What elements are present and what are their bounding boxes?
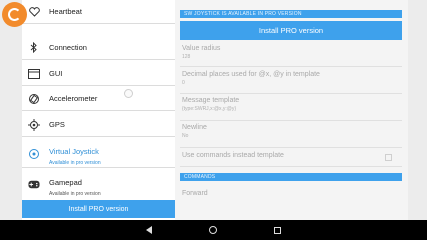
recents-icon — [273, 226, 281, 234]
setting-decimal-places[interactable]: Decimal places used for @x, @y in templa… — [180, 71, 402, 94]
install-pro-button[interactable]: Install PRO version — [180, 21, 402, 40]
setting-value: {type:SWRJ,x:@x,y:@y} — [182, 106, 237, 112]
setting-title: Newline — [182, 124, 207, 131]
back-icon — [146, 226, 152, 234]
sidebar-item-heartbeat[interactable]: Heartbeat — [22, 0, 175, 24]
sidebar-item-gps[interactable]: GPS — [22, 113, 175, 137]
commands-header: COMMANDS — [180, 173, 402, 181]
sidebar: Heartbeat Connection GUI Accelerometer G… — [22, 0, 175, 220]
sidebar-item-label: GPS — [49, 120, 65, 129]
setting-value: 128 — [182, 54, 191, 60]
bluetooth-icon — [28, 42, 40, 54]
sidebar-item-sublabel: Available in pro version — [49, 160, 101, 166]
sidebar-item-label: GUI — [49, 69, 63, 78]
sidebar-install-pro-button[interactable]: Install PRO version — [22, 200, 175, 218]
pro-banner: SW JOYSTICK IS AVAILABLE IN PRO VERSION — [180, 10, 402, 18]
setting-message-template[interactable]: Message template {type:SWRJ,x:@x,y:@y} — [180, 97, 402, 121]
sidebar-item-virtual-joystick[interactable]: Virtual Joystick Available in pro versio… — [22, 140, 175, 168]
rotate-icon — [28, 93, 40, 105]
home-icon — [209, 226, 217, 234]
joystick-target-icon — [28, 148, 40, 160]
right-edge — [408, 0, 427, 220]
back-button[interactable] — [143, 224, 155, 236]
setting-title: Decimal places used for @x, @y in templa… — [182, 71, 320, 78]
use-commands-checkbox[interactable] — [385, 154, 392, 161]
window-icon — [28, 68, 40, 80]
home-button[interactable] — [207, 224, 219, 236]
setting-newline[interactable]: Newline No — [180, 124, 402, 148]
sidebar-item-label: Gamepad — [49, 177, 82, 187]
touch-indicator — [124, 89, 133, 98]
setting-title: Message template — [182, 97, 240, 104]
sidebar-item-accelerometer[interactable]: Accelerometer — [22, 87, 175, 111]
command-label: Forward — [182, 190, 208, 197]
main-panel: SW JOYSTICK IS AVAILABLE IN PRO VERSION … — [175, 0, 408, 220]
android-nav-bar — [0, 220, 427, 240]
app-logo-icon[interactable] — [2, 2, 27, 27]
sidebar-item-gui[interactable]: GUI — [22, 62, 175, 86]
recents-button[interactable] — [271, 224, 283, 236]
sidebar-item-label: Connection — [49, 43, 87, 52]
setting-title: Use commands instead template — [182, 152, 284, 159]
setting-title: Value radius — [182, 45, 221, 52]
setting-value: No — [182, 133, 189, 139]
sidebar-item-connection[interactable]: Connection — [22, 36, 175, 60]
sidebar-item-label: Virtual Joystick — [49, 147, 99, 156]
command-forward[interactable]: Forward — [180, 190, 402, 206]
setting-use-commands[interactable]: Use commands instead template — [180, 152, 402, 167]
app-screen: Heartbeat Connection GUI Accelerometer G… — [0, 0, 427, 220]
sidebar-item-text: Gamepad Available in pro version — [49, 172, 101, 197]
gamepad-icon — [28, 178, 40, 190]
sidebar-item-gamepad[interactable]: Gamepad Available in pro version — [22, 170, 175, 198]
sidebar-item-text: Virtual Joystick Available in pro versio… — [49, 141, 101, 166]
sidebar-item-label: Accelerometer — [49, 94, 98, 103]
crosshair-icon — [28, 118, 40, 131]
sidebar-item-label: Heartbeat — [49, 7, 82, 16]
setting-value-radius[interactable]: Value radius 128 — [180, 45, 402, 67]
setting-value: 0 — [182, 80, 185, 86]
heart-icon — [28, 6, 40, 18]
sidebar-item-sublabel: Available in pro version — [49, 190, 101, 197]
